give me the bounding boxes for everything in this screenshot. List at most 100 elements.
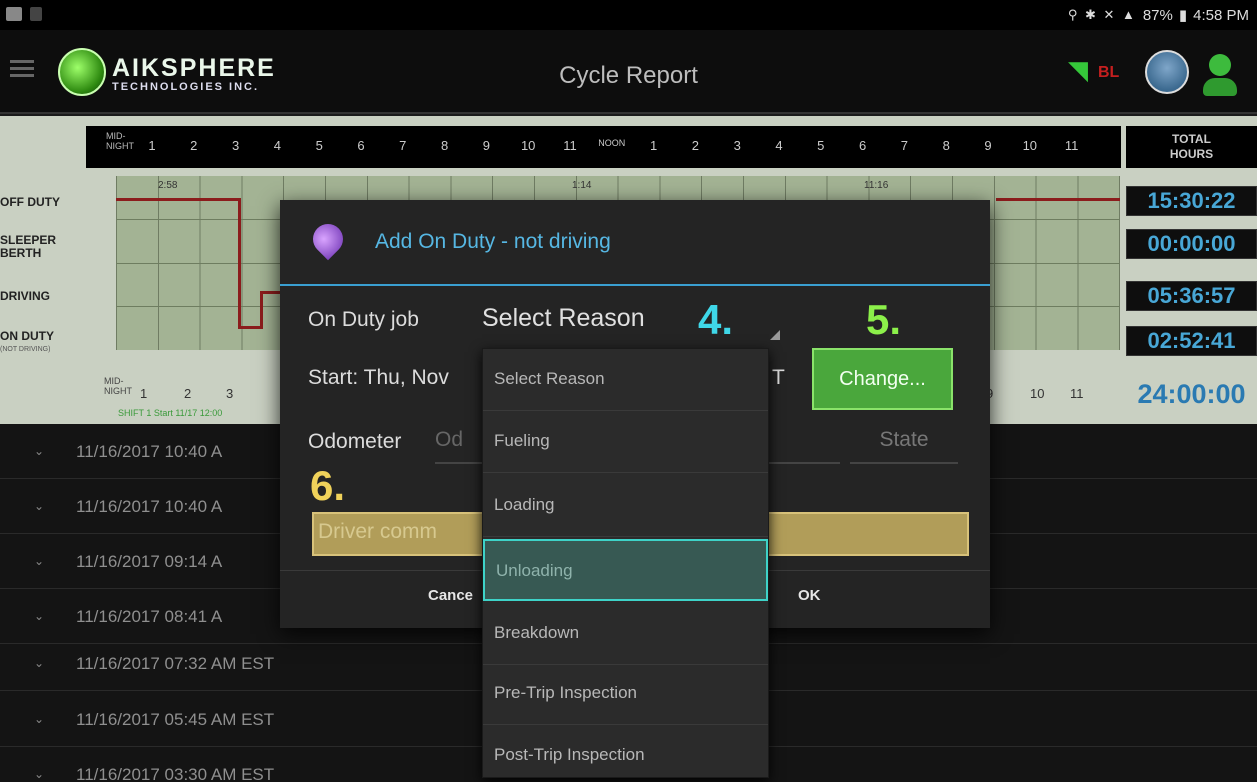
hour-label: 10: [1022, 138, 1038, 153]
dropdown-option[interactable]: Loading: [483, 475, 768, 537]
off-duty-segment: [996, 198, 1120, 201]
annotation-5: 5.: [866, 296, 902, 343]
status-change-line: [260, 291, 263, 329]
hour-label: 11: [563, 138, 577, 153]
system-indicators: ⚲ ✱ ✕ ▲ 87% ▮ 4:58 PM: [1067, 6, 1249, 25]
state-input[interactable]: State: [850, 428, 958, 464]
chevron-down-icon[interactable]: ⌄: [34, 609, 44, 623]
hour-label: 2: [190, 138, 198, 153]
hour-label: NOON: [598, 138, 626, 148]
hour-label: 9: [482, 138, 491, 153]
battery-icon: ▮: [1178, 7, 1188, 24]
hour-label: 8: [942, 138, 950, 153]
event-datetime: 11/16/2017 05:45 AM EST: [76, 710, 275, 729]
row-label-sleeper-berth: SLEEPER BERTH: [0, 233, 57, 260]
row-label-off-duty: OFF DUTY: [0, 195, 60, 209]
dropdown-option[interactable]: Breakdown: [483, 603, 768, 665]
on-duty-label: ON DUTY: [0, 329, 54, 343]
total-hours-header: TOTAL HOURS: [1126, 126, 1257, 168]
shift-label: SHIFT 1 Start 11/17 12:00: [118, 408, 223, 418]
chevron-down-icon[interactable]: ⌄: [34, 554, 44, 568]
hour-label: 11: [1064, 138, 1079, 153]
on-duty-sublabel: (NOT DRIVING): [0, 346, 51, 353]
hour-label: 3: [231, 138, 240, 153]
hour-label: 5: [315, 138, 323, 153]
reason-dropdown: Select Reason Fueling Loading Unloading …: [482, 348, 769, 778]
total-on-duty: 02:52:41: [1126, 326, 1257, 356]
app-bar: AIKSPHERE TECHNOLOGIES INC. Cycle Report…: [0, 30, 1257, 114]
location-pin-icon: [306, 217, 350, 264]
app-notification-icon: [30, 7, 42, 21]
hour-label: 4: [273, 138, 282, 153]
driver-icon[interactable]: [1200, 48, 1240, 96]
image-notification-icon: [6, 7, 22, 21]
driving-segment: [260, 291, 280, 294]
on-duty-segment: [238, 326, 262, 329]
off-duty-segment: [116, 198, 240, 201]
on-duty-job-label: On Duty job: [308, 308, 419, 331]
hour-header: MID- NIGHT 1 2 3 4 5 6 7 8 9 10 11 NOON 1 2 3 4 5 6 7 8 9 10 1…: [86, 126, 1121, 168]
hour-label: 8: [440, 138, 449, 153]
dropdown-option[interactable]: Post-Trip Inspection: [483, 725, 768, 782]
row-label-on-duty: ON DUTY (NOT DRIVING): [0, 330, 54, 356]
event-datetime: 11/16/2017 08:41 A: [76, 607, 223, 626]
wifi-icon: ◥: [1068, 55, 1088, 85]
chevron-down-icon[interactable]: ⌄: [34, 499, 44, 513]
odometer-label: Odometer: [308, 430, 402, 453]
chevron-down-icon[interactable]: ⌄: [34, 444, 44, 458]
footer-hour: 10: [1030, 386, 1045, 401]
event-datetime: 11/16/2017 07:32 AM EST: [76, 654, 275, 673]
time-tag: 1:14: [572, 180, 592, 191]
chevron-down-icon[interactable]: ⌄: [34, 656, 44, 670]
hour-label: 5: [817, 138, 825, 153]
total-driving: 05:36:57: [1126, 281, 1257, 311]
footer-hour: 2: [184, 386, 192, 401]
hour-label: 6: [357, 138, 365, 153]
cloud-sync-icon[interactable]: [1145, 50, 1189, 94]
total-sleeper-berth: 00:00:00: [1126, 229, 1257, 259]
notification-icons: [6, 7, 42, 21]
event-datetime: 11/16/2017 09:14 A: [76, 552, 223, 571]
start-timezone-tail: T: [772, 366, 785, 389]
connection-status-label: BL: [1098, 64, 1120, 81]
status-bar: ⚲ ✱ ✕ ▲ 87% ▮ 4:58 PM: [0, 0, 1257, 30]
dropdown-option-highlighted[interactable]: Unloading: [483, 539, 768, 601]
change-start-button[interactable]: Change...: [812, 348, 953, 410]
footer-hour: 11: [1070, 386, 1084, 401]
title-divider: [280, 284, 990, 286]
total-off-duty: 15:30:22: [1126, 186, 1257, 216]
time-tag: 11:16: [864, 180, 889, 191]
row-label-driving: DRIVING: [0, 289, 51, 303]
hour-label: 9: [984, 138, 992, 153]
chevron-down-icon[interactable]: ⌄: [34, 767, 44, 781]
cancel-button[interactable]: Cance: [428, 587, 473, 604]
hour-label: 1: [649, 138, 658, 153]
midnight-label: MID- NIGHT: [106, 131, 134, 151]
footer-hour: 1: [140, 386, 148, 401]
dropdown-option[interactable]: Fueling: [483, 411, 768, 473]
event-datetime: 11/16/2017 10:40 A: [76, 442, 223, 461]
hour-label: 3: [733, 138, 741, 153]
hour-label: 7: [399, 138, 407, 153]
dialog-title: Add On Duty - not driving: [375, 230, 611, 253]
reason-spinner[interactable]: Select Reason: [482, 304, 645, 333]
battery-level: 87%: [1142, 6, 1173, 24]
status-change-line: [238, 198, 241, 328]
ok-button[interactable]: OK: [798, 587, 821, 604]
spinner-arrow-icon[interactable]: [770, 330, 780, 340]
start-label: Start: Thu, Nov: [308, 366, 449, 389]
footer-hour: 3: [226, 386, 234, 401]
location-bluetooth-signal-icons: ⚲ ✱ ✕ ▲: [1067, 7, 1137, 22]
chevron-down-icon[interactable]: ⌄: [34, 712, 44, 726]
hour-label: 7: [900, 138, 909, 153]
hour-label: 4: [775, 138, 783, 153]
dropdown-option[interactable]: Pre-Trip Inspection: [483, 663, 768, 725]
time-tag: 2:58: [158, 180, 178, 191]
hour-label: 6: [858, 138, 867, 153]
clock: 4:58 PM: [1193, 6, 1249, 24]
event-datetime: 11/16/2017 10:40 A: [76, 497, 223, 516]
annotation-4: 4.: [698, 296, 734, 343]
dropdown-option[interactable]: Select Reason: [483, 349, 768, 411]
annotation-6: 6.: [310, 462, 346, 509]
event-datetime: 11/16/2017 03:30 AM EST: [76, 765, 275, 782]
